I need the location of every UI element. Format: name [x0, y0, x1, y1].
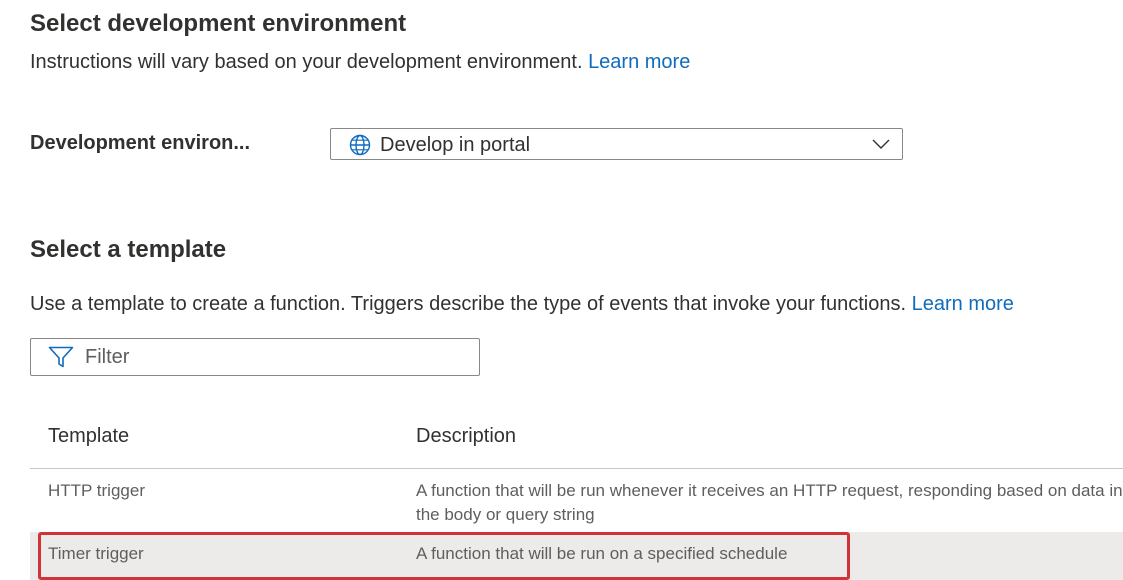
filter-icon [48, 346, 74, 368]
template-name: HTTP trigger [48, 481, 145, 500]
template-description: A function that will be run whenever it … [416, 481, 1123, 524]
chevron-down-icon [872, 139, 890, 149]
template-description-text: Use a template to create a function. Tri… [30, 293, 907, 315]
template-learn-more-link[interactable]: Learn more [912, 293, 1014, 315]
environment-description-text: Instructions will vary based on your dev… [30, 51, 583, 73]
template-section-description: Use a template to create a function. Tri… [30, 293, 1014, 316]
filter-input[interactable] [85, 342, 465, 372]
development-environment-label: Development environ... [30, 132, 251, 154]
environment-section-description: Instructions will vary based on your dev… [30, 51, 690, 74]
dropdown-selected-value: Develop in portal [380, 134, 531, 156]
table-row-selected[interactable]: Timer trigger A function that will be ru… [30, 532, 1123, 580]
template-name: Timer trigger [48, 544, 144, 563]
development-environment-dropdown[interactable]: Develop in portal [330, 128, 903, 160]
template-description: A function that will be run on a specifi… [416, 544, 788, 563]
environment-learn-more-link[interactable]: Learn more [588, 51, 690, 73]
template-section-title: Select a template [30, 236, 227, 263]
globe-icon [349, 134, 371, 156]
column-header-description[interactable]: Description [416, 425, 516, 448]
filter-box[interactable] [30, 338, 480, 376]
environment-section-title: Select development environment [30, 10, 407, 37]
column-header-template[interactable]: Template [48, 425, 129, 448]
table-row[interactable]: HTTP trigger A function that will be run… [30, 469, 1123, 531]
